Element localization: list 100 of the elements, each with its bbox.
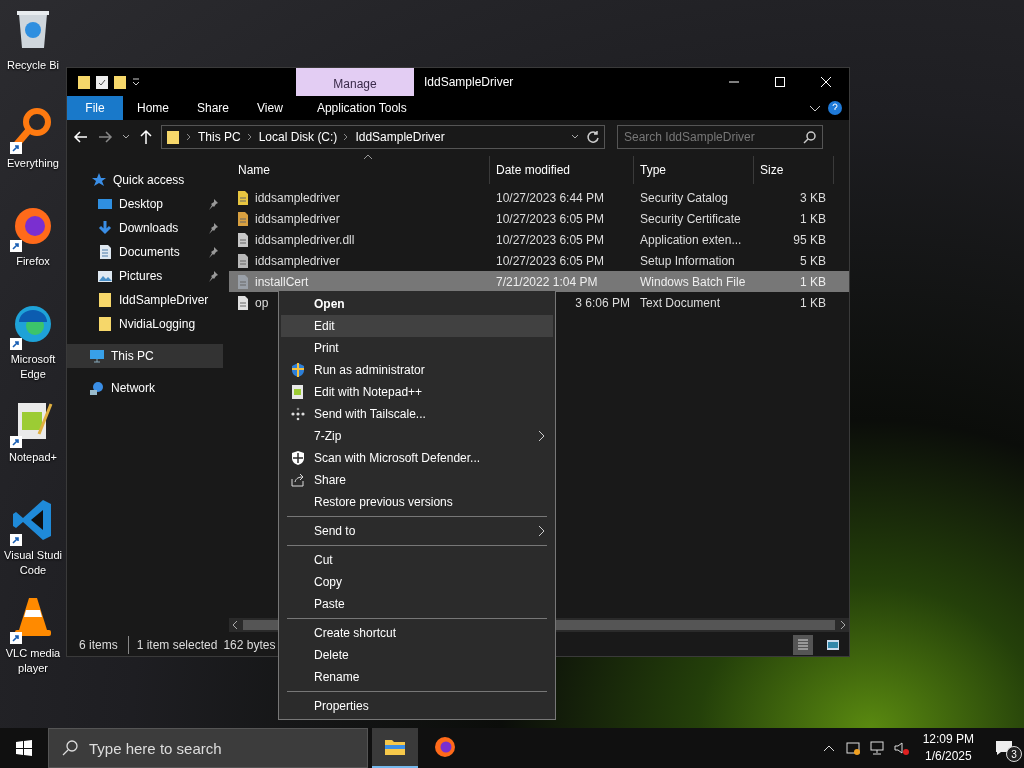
monitor-icon [97, 196, 113, 212]
nav-item[interactable]: IddSampleDriver [67, 288, 223, 312]
notifications-button[interactable]: 3 [984, 728, 1024, 768]
back-arrow-icon[interactable] [73, 129, 89, 145]
file-size: 1 KB [799, 294, 827, 312]
maximize-icon [775, 77, 785, 87]
fox-globe-icon [434, 736, 456, 758]
nav-item-label: Quick access [113, 172, 186, 189]
menu-item[interactable]: Share [281, 469, 553, 491]
refresh-icon[interactable] [586, 129, 600, 145]
shortcut-arrow-icon [10, 338, 22, 350]
desktop-icon-label[interactable]: Microsoft Edge [1, 352, 65, 382]
menu-item[interactable]: Paste [281, 593, 553, 615]
menu-item[interactable]: Edit with Notepad++ [281, 381, 553, 403]
nav-item-label: Documents [119, 244, 181, 261]
menu-item[interactable]: Restore previous versions [281, 491, 553, 513]
desktop-icon-label[interactable]: Visual Studi Code [1, 548, 65, 578]
file-name[interactable]: iddsampledriver [255, 209, 340, 228]
details-view-button[interactable] [793, 635, 813, 655]
file-icon [235, 210, 251, 227]
file-name[interactable]: installCert [255, 272, 309, 291]
menu-item[interactable]: Cut [281, 549, 553, 571]
nav-item[interactable]: Quick access [67, 168, 223, 192]
file-row[interactable]: installCert 7/21/2022 1:04 PM Windows Batch File 1 KB [229, 271, 849, 292]
file-type: Application exten... [639, 231, 743, 249]
menu-item[interactable]: Properties [281, 695, 553, 717]
menu-item[interactable]: Copy [281, 571, 553, 593]
desktop-icon-label[interactable]: Everything [7, 156, 59, 171]
nav-item[interactable]: Network [67, 376, 223, 400]
desktop-icon-label[interactable]: VLC media player [1, 646, 65, 676]
shortcut-arrow-icon [10, 632, 22, 644]
file-date: 10/27/2023 6:05 PM [495, 231, 606, 249]
ribbon-tab[interactable]: View [243, 96, 297, 120]
shortcut-arrow-icon [10, 534, 22, 546]
nav-item[interactable]: Pictures [67, 264, 223, 288]
shield-icon [289, 450, 306, 466]
nav-item[interactable]: Downloads [67, 216, 223, 240]
file-explorer-button[interactable] [372, 728, 418, 768]
up-arrow-icon[interactable] [139, 129, 153, 145]
menu-item[interactable]: Send with Tailscale... [281, 403, 553, 425]
large-icons-icon [826, 639, 840, 651]
nav-item-label: This PC [111, 348, 155, 365]
dot-grid-icon [289, 406, 306, 422]
menu-item[interactable]: Edit [281, 315, 553, 337]
clock-time[interactable]: 12:09 PM [922, 731, 974, 748]
breadcrumb-item[interactable]: Local Disk (C:) [258, 128, 338, 146]
file-type: Setup Information [639, 252, 736, 270]
file-size: 95 KB [792, 231, 827, 249]
menu-item[interactable]: Open [281, 293, 553, 315]
menu-item[interactable]: Scan with Microsoft Defender... [281, 447, 553, 469]
column-header[interactable]: Type [634, 156, 754, 184]
clock-date[interactable]: 1/6/2025 [924, 748, 972, 765]
ribbon-tab[interactable]: Share [183, 96, 244, 120]
breadcrumb-item[interactable]: This PC [198, 128, 241, 146]
ribbon-tab[interactable]: Application Tools [302, 96, 421, 120]
menu-item[interactable]: Print [281, 337, 553, 359]
network-icon [89, 380, 105, 396]
column-header[interactable]: Date modified [490, 156, 634, 184]
ribbon-tab[interactable]: Home [123, 96, 183, 120]
nav-item-label: Desktop [119, 196, 165, 213]
file-type: Security Catalog [639, 189, 730, 207]
network-wired-icon[interactable] [868, 740, 885, 756]
menu-item[interactable]: Delete [281, 644, 553, 666]
address-bar[interactable]: This PC Local Disk (C:) IddSampleDriver [161, 125, 605, 149]
menu-item[interactable]: Rename [281, 666, 553, 688]
pin-icon [207, 198, 219, 210]
file-size: 3 KB [799, 189, 827, 207]
menu-item[interactable]: 7-Zip [281, 425, 553, 447]
battery-alert-icon[interactable] [844, 740, 861, 756]
folder-icon [77, 74, 91, 90]
desktop-icon-label[interactable]: Recycle Bi [7, 58, 59, 73]
windows-logo-icon [16, 740, 32, 756]
file-icon [235, 252, 251, 269]
desktop-icon-label[interactable]: Firefox [16, 254, 50, 269]
column-header[interactable]: Size [754, 156, 834, 184]
menu-item[interactable]: Run as administrator [281, 359, 553, 381]
menu-item[interactable]: Create shortcut [281, 622, 553, 644]
chevron-right-icon [246, 132, 253, 142]
file-name[interactable]: iddsampledriver [255, 188, 340, 207]
file-name[interactable]: iddsampledriver [255, 251, 340, 270]
forward-arrow-icon[interactable] [97, 129, 113, 145]
shortcut-arrow-icon [10, 240, 22, 252]
nav-item-label: Downloads [119, 220, 180, 237]
desktop-icon-label[interactable]: Notepad+ [9, 450, 57, 465]
ribbon-tab[interactable]: File [67, 96, 123, 120]
star-icon [91, 172, 107, 188]
file-name[interactable]: iddsampledriver.dll [255, 230, 355, 249]
column-header[interactable]: Name [229, 156, 490, 184]
breadcrumb-item[interactable]: IddSampleDriver [355, 128, 445, 146]
nav-item[interactable]: Desktop [67, 192, 223, 216]
menu-item[interactable]: Send to [281, 520, 553, 542]
file-name[interactable]: op [255, 293, 269, 312]
file-size: 1 KB [799, 210, 827, 228]
nav-item[interactable]: Documents [67, 240, 223, 264]
taskbar-search-field[interactable]: Type here to search [48, 728, 368, 768]
nav-item[interactable]: This PC [67, 344, 223, 368]
nav-item[interactable]: NvidiaLogging [67, 312, 223, 336]
search-field[interactable]: Search IddSampleDriver [617, 125, 823, 149]
contextual-tab-header: Manage [296, 68, 414, 96]
speaker-muted-icon[interactable] [892, 740, 909, 756]
